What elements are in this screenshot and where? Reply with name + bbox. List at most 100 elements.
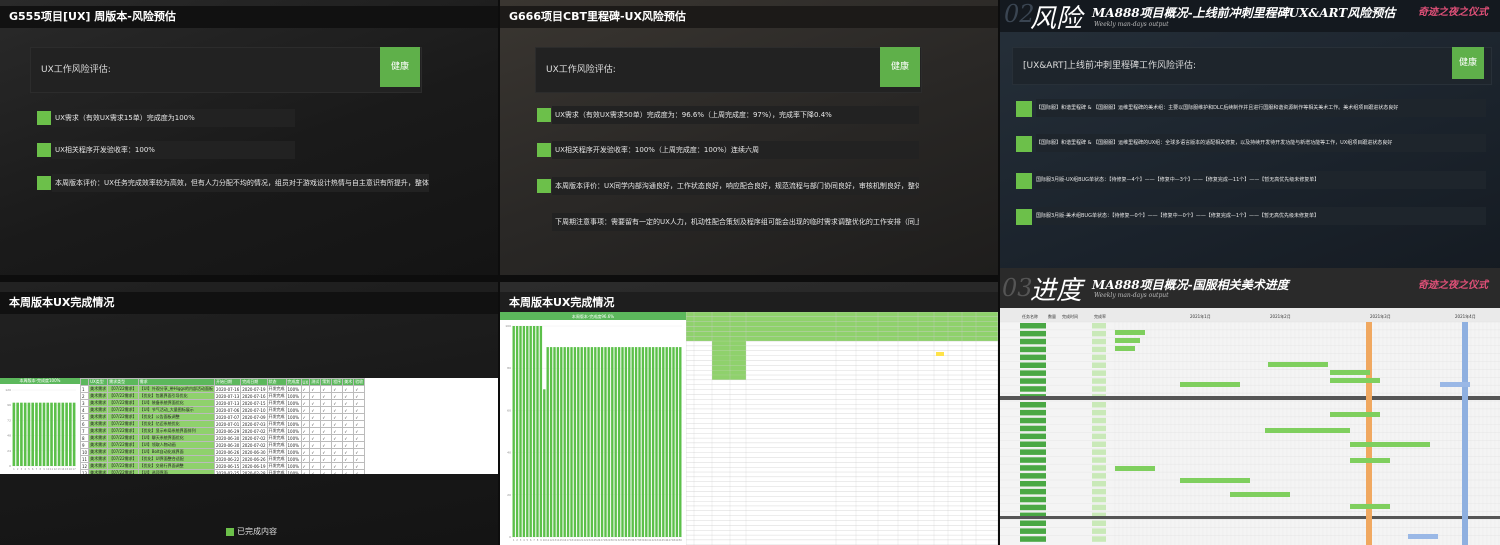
table-cell: 2020-07-09	[240, 413, 268, 421]
x-tick-label: 1	[13, 467, 15, 471]
rate-cell	[1092, 417, 1106, 424]
rate-cell	[1092, 362, 1106, 368]
table-cell: 美术需求	[88, 455, 109, 463]
sheet-cell	[712, 365, 746, 371]
bar	[38, 402, 42, 466]
task-name-cell	[1020, 323, 1046, 329]
chart-title: 本周版本-完成度96.6%	[572, 313, 614, 319]
gantt-bar	[1268, 362, 1328, 367]
bar	[672, 347, 675, 537]
table-cell: ✓	[331, 434, 344, 442]
bar	[515, 326, 519, 537]
table-cell: 美术需求	[88, 399, 109, 407]
table-cell: ✓	[300, 413, 311, 421]
bar	[580, 347, 583, 537]
table-cell: 100%	[285, 469, 302, 474]
sheet-row	[686, 379, 998, 385]
task-name-cell	[1020, 528, 1046, 534]
sheet-row	[686, 423, 998, 429]
table-cell: 2020-07-06	[214, 406, 242, 414]
risk-item-2: UX相关程序开发验收率：100%	[52, 141, 295, 159]
health-badge: 健康	[880, 47, 920, 87]
table-cell: ✓	[353, 441, 366, 449]
sheet-row	[686, 500, 998, 507]
table-cell: ✓	[320, 413, 333, 421]
bar	[519, 326, 522, 537]
table-cell: 2	[80, 392, 90, 400]
table-cell: 10	[80, 448, 90, 456]
table-cell: ✓	[331, 427, 344, 435]
sheet-row	[686, 486, 998, 492]
sheet-row	[686, 476, 998, 482]
table-cell: ✓	[309, 399, 322, 407]
game-logo: 奇迹之夜之仪式	[1418, 280, 1488, 291]
table-cell: ✓	[331, 441, 344, 449]
risk-item-1: UX需求（有效UX需求15单）完成度为100%	[52, 109, 295, 127]
gantt-bar	[1330, 370, 1370, 375]
gantt-month: 2021年4月	[1455, 313, 1476, 319]
table-cell: ✓	[353, 434, 366, 442]
bar	[658, 347, 662, 537]
table-cell: 【07/22需求】	[107, 420, 139, 428]
bar	[675, 347, 679, 537]
table-cell: 【优化】公告面板调整	[137, 413, 216, 421]
table-cell: 【07/22需求】	[107, 448, 139, 456]
gantt-bar	[1230, 492, 1290, 497]
table-cell: ✓	[300, 427, 311, 435]
table-cell: 100%	[285, 441, 302, 449]
table-cell: 【UI】Bolt自动化成界面	[137, 448, 216, 456]
gantt-bar	[1330, 412, 1380, 417]
sheet-row	[686, 433, 998, 439]
risk-item-3: 本周版本评价：UX任务完成效率较为高效，但有人力分配不均的情况，组员对于游戏设计…	[52, 174, 429, 192]
gantt-bar	[1350, 458, 1390, 463]
table-cell: 2020-06-19	[240, 462, 268, 470]
panel-g555-completion: 本周版本UX完成情况 本周版本-完成度100% 0 24 48 72 96 120 1 2 3 4 5…	[0, 282, 498, 545]
sheet-row	[686, 413, 998, 419]
table-cell: 开发完成	[266, 455, 287, 463]
x-tick-label: 7	[533, 538, 535, 542]
y-tick-label: 0	[9, 464, 11, 468]
table-cell: ✓	[331, 448, 344, 456]
table-cell: ✓	[331, 462, 344, 470]
rate-cell	[1092, 457, 1106, 463]
bar	[69, 402, 72, 466]
table-cell: ✓	[320, 392, 333, 400]
task-name-cell	[1020, 425, 1046, 432]
sheet-row	[686, 510, 998, 516]
table-cell: 【07/22需求】	[107, 399, 139, 407]
table-cell: 开发完成	[266, 462, 287, 470]
bar	[526, 326, 529, 537]
risk-item-1: 【国际服】和谐里程碑 & 【国服服】运维里程碑的美术组：主要以国际服维护和DLC…	[1036, 99, 1486, 117]
table-cell: ✓	[353, 448, 366, 456]
x-tick-label: 3	[520, 538, 522, 542]
x-tick-label: 6	[530, 538, 532, 542]
bar	[607, 347, 611, 537]
table-cell: 2020-07-15	[240, 399, 268, 407]
rate-cell	[1092, 378, 1106, 384]
panel-title: G555项目[UX] 周版本-风险预估	[0, 6, 498, 28]
table-cell: 美术需求	[88, 441, 109, 449]
gantt-chart: 任务名称 数量 完成时间 完成率 2021年1月 2021年2月 2021年3月 2021年4…	[1000, 308, 1500, 545]
bar	[42, 402, 46, 466]
check-icon	[1016, 136, 1032, 152]
table-cell: 美术需求	[88, 385, 109, 393]
table-row: 4 美术需求 【07/22需求】 【UI】节气活动_大量图标展示 2020-07-06 2…	[80, 406, 366, 414]
gantt-bar	[1180, 382, 1240, 387]
sheet-row	[686, 437, 998, 444]
x-tick-label: 8	[537, 538, 539, 542]
table-cell: 2020-07-02	[240, 434, 268, 442]
sheet-cell	[712, 345, 746, 351]
x-tick-label: 2	[516, 538, 518, 542]
bar	[20, 402, 23, 466]
completion-sheet: 本周版本-完成度96.6% 0 20 40 60 80 100 1 2 3 4 5 6 7 8 9 10 11 12…	[500, 312, 998, 545]
bar	[27, 402, 31, 466]
rate-cell	[1092, 465, 1106, 471]
bar	[662, 347, 665, 537]
task-name-cell	[1020, 481, 1046, 487]
check-icon	[1016, 173, 1032, 189]
table-row: 2 美术需求 【07/22需求】 【优化】包裹界面引导优化 2020-07-13 2020…	[80, 392, 366, 400]
table-cell: 美术需求	[88, 406, 109, 414]
rate-cell	[1092, 323, 1106, 329]
y-tick-label: 0	[509, 535, 511, 539]
sheet-row	[686, 326, 998, 332]
